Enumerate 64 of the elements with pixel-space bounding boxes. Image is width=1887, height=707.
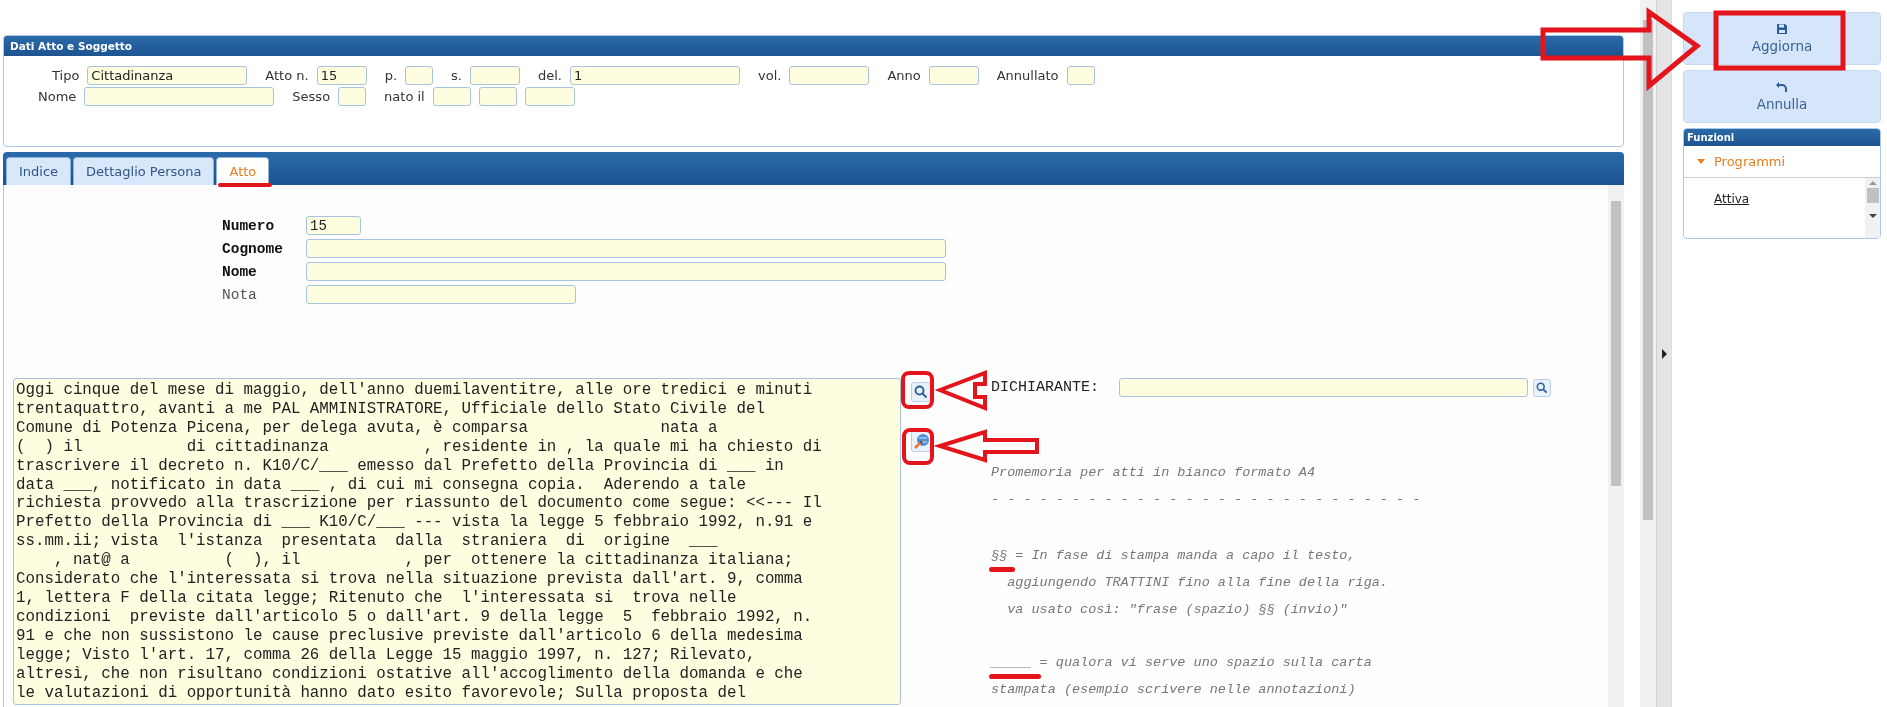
field-label: Annullato bbox=[996, 68, 1059, 83]
search-icon bbox=[914, 385, 928, 399]
field-label: s. bbox=[451, 68, 462, 83]
input-field[interactable] bbox=[306, 239, 946, 258]
input-field[interactable]: 15 bbox=[316, 66, 367, 85]
field-label: Cognome bbox=[222, 240, 284, 257]
undo-arrow-icon bbox=[1776, 81, 1788, 93]
search-icon bbox=[1536, 381, 1549, 394]
note-text: - - - - - - - - - - - - - - - - - - - - - - - - - - - bbox=[991, 491, 1421, 509]
input-field[interactable] bbox=[789, 66, 870, 85]
search-button[interactable] bbox=[1533, 378, 1551, 397]
splitter-handle[interactable] bbox=[1656, 0, 1671, 707]
field-label: nato il bbox=[384, 89, 425, 104]
tab[interactable]: Dettaglio Persona bbox=[73, 157, 215, 185]
input-field[interactable] bbox=[928, 66, 979, 85]
text-area[interactable]: Oggi cinque del mese di maggio, dell'anno duemilaventitre, alle ore tredici e minuti trentaquattro, avanti a me PAL AMMINISTRATORE, Ufficiale dello Stato Civile del Comune di Potenza Picena, per delega avuta, è comparsa nata a ( ) il di cittadinanza , residente in , la quale mi ha chiesto di trascrivere il decreto n. K10/C/___ emesso dal Prefetto della Provincia di ___ in data ___, notificato in data ___ , di cui mi consegna copia. Aderendo a tale richiesta provvedo alla trascrizione per riassunto del documento come segue: <<--- Il Prefetto della Provincia di ___ K10/C/___ --- vista la legge 5 febbraio 1992, n.91 e ss.mm.ii; vista l'istanza presentata dalla straniera di origine ___ , nat@ a ( ), il , per ottenere la cittadinanza italiana; Considerato che l'interessata si trova nella situazione prevista dall'art. 9, comma 1, lettera F della citata legge; Ritenuto che l'interessata si trova nelle condizioni previste dall'articolo 5 o dall'art. 9 della legge 5 febbraio 1992, n. 91 e che non sussistono le cause preclusive previste dall'articolo 6 della medesima legge; Visto l'art. 17, comma 26 della Legge 15 maggio 1997, n. 127; Rilevato, altresì, che non risultano condizioni ostative all'accoglimento della domanda e che le valutazioni di opportunità hanno dato esito favorevole; Sulla proposta del bbox=[13, 378, 901, 706]
underline-mark bbox=[989, 674, 1041, 679]
input-field[interactable]: 1 bbox=[570, 66, 740, 85]
panel-header: Funzioni bbox=[1684, 129, 1880, 146]
function-link[interactable]: Attiva bbox=[1714, 192, 1750, 206]
note-text: Promemoria per atti in bianco formato A4 bbox=[991, 464, 1316, 482]
underline-mark bbox=[218, 183, 272, 187]
field-label: Sesso bbox=[292, 89, 331, 104]
highlight-box bbox=[902, 428, 934, 465]
scrollbar[interactable] bbox=[1608, 185, 1624, 707]
field-label: Nome bbox=[222, 263, 258, 280]
field-label: Atto n. bbox=[265, 68, 309, 83]
scrollbar[interactable] bbox=[1640, 0, 1656, 707]
scrollbar[interactable] bbox=[1865, 178, 1880, 238]
note-text: _____ = qualora vi serve uno spazio sulla carta bbox=[991, 654, 1372, 672]
note-text: stampata (esempio scrivere nelle annotazioni) bbox=[991, 681, 1356, 699]
input-field[interactable] bbox=[338, 87, 367, 106]
field-label: Numero bbox=[222, 217, 276, 234]
input-field[interactable] bbox=[478, 87, 517, 106]
tab[interactable]: Indice bbox=[6, 157, 72, 185]
action-button[interactable]: Annulla bbox=[1683, 70, 1881, 123]
input-field[interactable]: Cittadinanza bbox=[87, 66, 248, 85]
field-label: Nome bbox=[38, 89, 77, 104]
field-label: vol. bbox=[758, 68, 782, 83]
input-field[interactable] bbox=[524, 87, 575, 106]
input-field[interactable] bbox=[84, 87, 275, 106]
input-field[interactable] bbox=[470, 66, 520, 85]
annotation-arrow bbox=[934, 370, 987, 411]
input-field[interactable] bbox=[306, 262, 946, 281]
underline-mark bbox=[989, 567, 1015, 572]
input-field[interactable] bbox=[1119, 378, 1529, 397]
field-label: Anno bbox=[887, 68, 921, 83]
highlight-box bbox=[901, 371, 934, 409]
field-label: DICHIARANTE: bbox=[991, 379, 1100, 396]
field-label: p. bbox=[384, 68, 398, 83]
input-field[interactable] bbox=[405, 66, 434, 85]
note-text: aggiungendo TRATTINI fino alla fine della riga. bbox=[1006, 574, 1388, 592]
globe-arrow-icon bbox=[913, 432, 931, 450]
field-label: Tipo bbox=[52, 68, 80, 83]
panel-header: Dati Atto e Soggetto bbox=[4, 36, 1623, 56]
input-field[interactable]: 15 bbox=[306, 216, 361, 235]
search-button[interactable] bbox=[911, 382, 931, 402]
input-field[interactable] bbox=[432, 87, 471, 106]
note-text: §§ = In fase di stampa manda a capo il testo, bbox=[991, 547, 1356, 565]
input-field[interactable] bbox=[1066, 66, 1095, 85]
field-label: del. bbox=[538, 68, 562, 83]
field-label: Nota bbox=[222, 286, 258, 303]
note-text: va usato così: "frase (spazio) §§ (invio)" bbox=[1006, 601, 1348, 619]
input-field[interactable] bbox=[306, 285, 576, 304]
